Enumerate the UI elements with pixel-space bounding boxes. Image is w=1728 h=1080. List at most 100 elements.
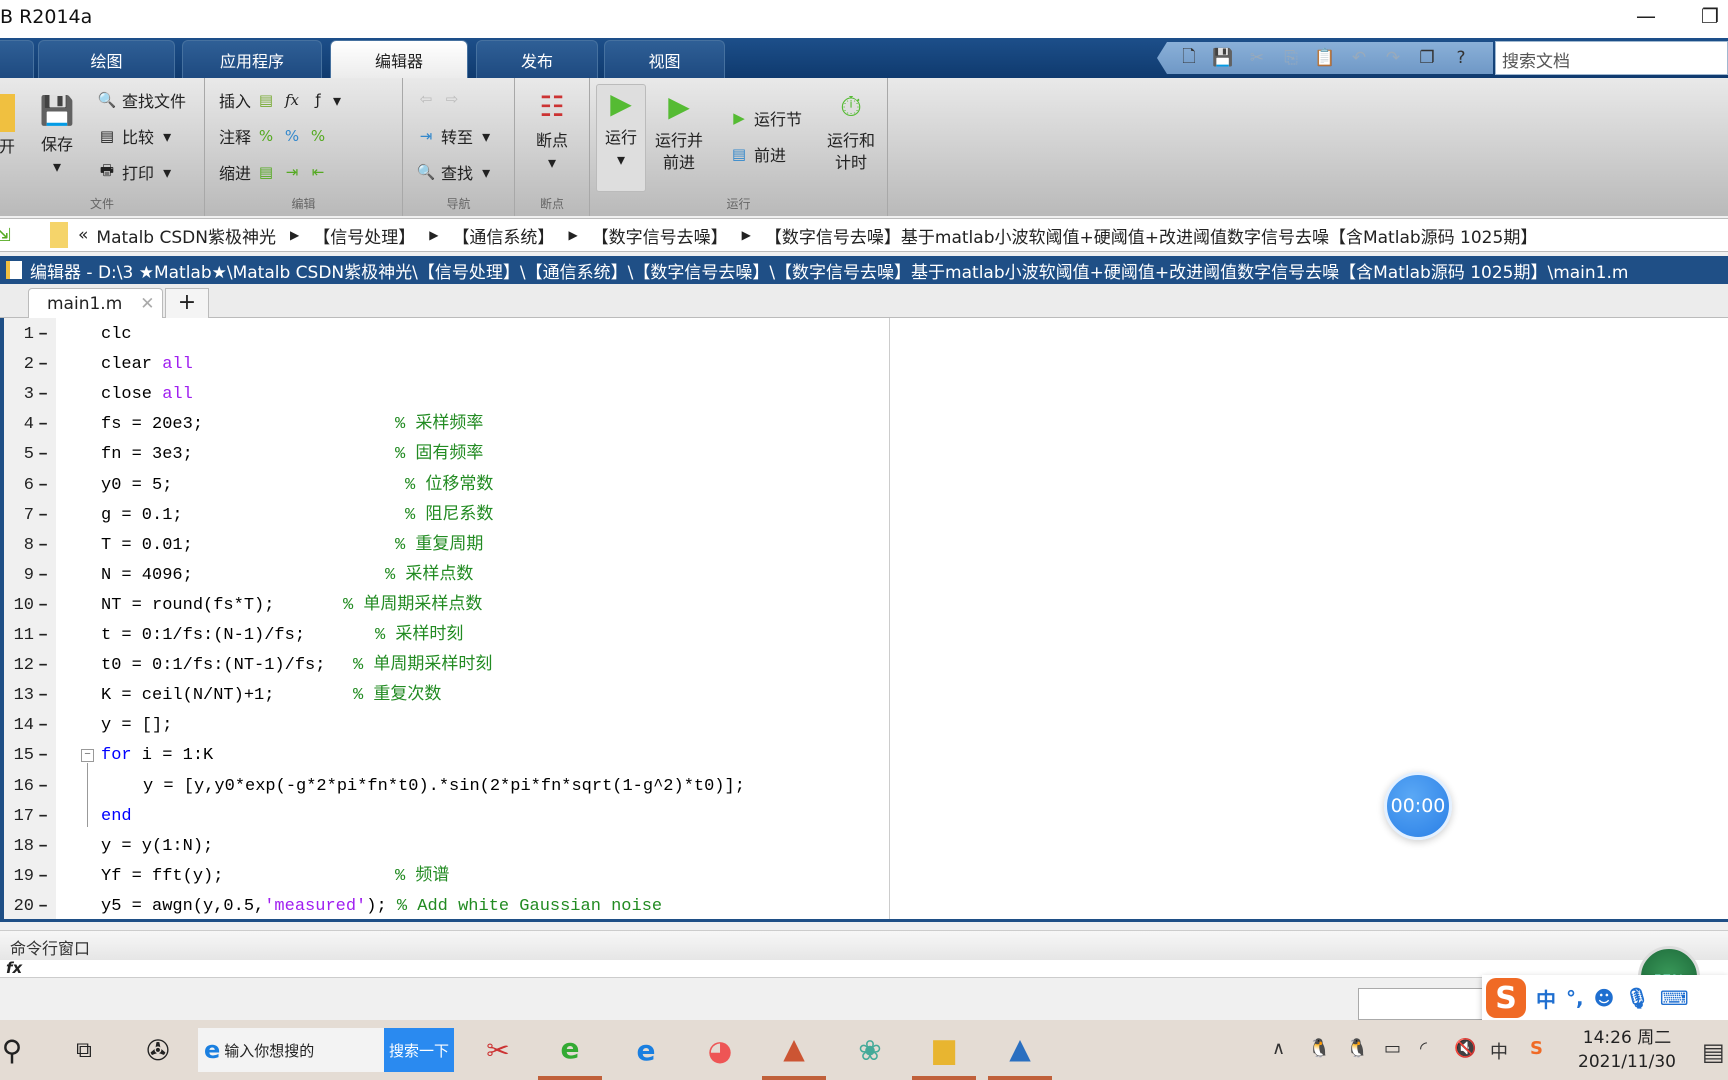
code-text[interactable]: y0 = 5; [101, 471, 172, 501]
microphone-icon[interactable]: 🎙 [1624, 986, 1649, 1010]
recording-timer[interactable]: 00:00 [1384, 772, 1452, 840]
breakpoint-marker[interactable]: – [38, 621, 48, 651]
breadcrumb-item[interactable]: 【数字信号去噪】 [592, 223, 728, 248]
find-button[interactable]: 🔍 查找 ▾ [415, 160, 490, 184]
tab-editor[interactable]: 编辑器 [330, 40, 468, 78]
run-and-advance-button[interactable]: ▶ 运行并 前进 [654, 88, 704, 174]
ime-mode[interactable]: 中 [1536, 984, 1556, 1013]
close-icon[interactable]: ✕ [140, 294, 154, 314]
command-window-input[interactable]: fx [0, 960, 1728, 978]
keyboard-icon[interactable]: ⌨ [1660, 986, 1689, 1010]
breakpoint-marker[interactable]: – [38, 772, 48, 802]
breakpoint-marker[interactable]: – [38, 681, 48, 711]
breakpoint-marker[interactable]: – [38, 591, 48, 621]
tab-plots[interactable]: 绘图 [38, 40, 175, 78]
breakpoint-marker[interactable]: – [38, 892, 48, 922]
minimize-button[interactable]: — [1626, 4, 1666, 28]
save-button[interactable]: 💾 保存 ▾ [36, 92, 78, 178]
insert-section-icon[interactable]: ▤ [255, 89, 277, 111]
new-tab-button[interactable]: + [165, 288, 209, 318]
code-text[interactable]: clear all [101, 350, 193, 380]
code-text[interactable]: Yf = fft(y); [101, 862, 223, 892]
code-text[interactable]: N = 4096; [101, 561, 193, 591]
taskbar-search-input[interactable]: e 输入你想搜的 [198, 1028, 384, 1072]
breadcrumb-item[interactable]: 【通信系统】 [452, 223, 554, 248]
breakpoint-marker[interactable]: – [38, 802, 48, 832]
breakpoint-marker[interactable]: – [38, 440, 48, 470]
browser-360-icon[interactable]: e [538, 1020, 602, 1080]
decrease-indent-icon[interactable]: ⇤ [307, 161, 329, 183]
code-text[interactable]: y = y(1:N); [101, 832, 213, 862]
breadcrumb-item[interactable]: Matalb CSDN紫极神光 [96, 223, 276, 248]
code-text[interactable]: fs = 20e3; [101, 410, 203, 440]
search-icon[interactable]: ⚲ [0, 1020, 44, 1080]
print-button[interactable]: 🖶 打印 ▾ [96, 160, 171, 184]
code-line[interactable]: 1– clc [4, 320, 1728, 350]
browser-icon[interactable]: e [614, 1020, 678, 1080]
code-text[interactable]: T = 0.01; [101, 531, 193, 561]
compare-button[interactable]: ▤ 比较 ▾ [96, 124, 171, 148]
code-text[interactable]: fn = 3e3; [101, 440, 193, 470]
app-fan-icon[interactable]: ✇ [126, 1020, 190, 1080]
code-text[interactable]: t0 = 0:1/fs:(NT-1)/fs; [101, 651, 325, 681]
breadcrumb-item[interactable]: 【数字信号去噪】基于matlab小波软阈值+硬阈值+改进阈值数字信号去噪【含Ma… [765, 223, 1537, 248]
notification-icon[interactable]: ▤ [1702, 1038, 1725, 1066]
file-explorer-icon[interactable]: ▆ [912, 1020, 976, 1080]
code-line[interactable]: 4– fs = 20e3; % 采样频率 [4, 410, 1728, 440]
tab-view[interactable]: 视图 [604, 40, 725, 78]
code-text[interactable]: y = [y,y0*exp(-g*2*pi*fn*t0).*sin(2*pi*f… [143, 772, 745, 802]
breakpoints-button[interactable]: ☷ 断点 ▾ [527, 88, 577, 174]
goto-button[interactable]: ⇥ 转至 ▾ [415, 124, 490, 148]
breadcrumb-separator-icon[interactable]: ▶ [742, 228, 751, 242]
undo-icon[interactable]: ↶ [1345, 45, 1373, 71]
code-line[interactable]: 17– end [4, 802, 1728, 832]
wifi-icon[interactable]: ◜ [1420, 1038, 1427, 1059]
help-icon[interactable]: ? [1447, 45, 1475, 71]
task-view-icon[interactable]: ⧉ [52, 1020, 116, 1080]
new-icon[interactable]: 🗋 [1175, 45, 1203, 71]
code-text[interactable]: for i = 1:K [101, 741, 213, 771]
chevron-down-icon[interactable]: ▾ [333, 91, 341, 110]
paste-icon[interactable]: 📋 [1311, 45, 1339, 71]
breadcrumb-item[interactable]: 【信号处理】 [313, 223, 415, 248]
qq-icon[interactable]: 🐧 [1346, 1038, 1368, 1059]
smart-indent-icon[interactable]: ▤ [255, 161, 277, 183]
tab-apps[interactable]: 应用程序 [182, 40, 322, 78]
code-line[interactable]: 18– y = y(1:N); [4, 832, 1728, 862]
increase-indent-icon[interactable]: ⇥ [281, 161, 303, 183]
back-icon[interactable]: ⇦ [415, 88, 437, 110]
code-line[interactable]: 11– t = 0:1/fs:(N-1)/fs; % 采样时刻 [4, 621, 1728, 651]
address-overflow[interactable]: « [78, 225, 88, 245]
breakpoint-marker[interactable]: – [38, 410, 48, 440]
show-hidden-icons-icon[interactable]: ∧ [1272, 1038, 1285, 1059]
browse-folder-icon[interactable]: ⇲ [0, 225, 20, 246]
cut-icon[interactable]: ✂ [1243, 45, 1271, 71]
code-text[interactable]: K = ceil(N/NT)+1; [101, 681, 274, 711]
taskbar-search-button[interactable]: 搜索一下 [384, 1028, 454, 1072]
back-forward-buttons[interactable]: ⇦ ⇨ [415, 88, 463, 110]
sogou-tray-icon[interactable]: S [1530, 1038, 1543, 1059]
breakpoint-marker[interactable]: – [38, 380, 48, 410]
breakpoint-marker[interactable]: – [38, 350, 48, 380]
code-line[interactable]: 13– K = ceil(N/NT)+1; % 重复次数 [4, 681, 1728, 711]
fold-collapse-icon[interactable]: − [81, 749, 94, 763]
restore-button[interactable]: ❐ [1690, 4, 1728, 28]
run-and-time-button[interactable]: ⏱ 运行和 计时 [824, 88, 878, 174]
code-line[interactable]: 15– for i = 1:K − [4, 741, 1728, 771]
breadcrumb-separator-icon[interactable]: ▶ [429, 228, 438, 242]
file-tab-main1[interactable]: main1.m ✕ [28, 288, 163, 318]
advance-button[interactable]: ▤ 前进 [728, 142, 786, 166]
code-line[interactable]: 3– close all [4, 380, 1728, 410]
wrap-comments-icon[interactable]: % [307, 125, 329, 147]
breakpoint-marker[interactable]: – [38, 832, 48, 862]
color-app-icon[interactable]: ◕ [688, 1020, 752, 1080]
insert-function-template-icon[interactable]: ƒ [307, 89, 329, 111]
breakpoint-marker[interactable]: – [38, 862, 48, 892]
code-line[interactable]: 5– fn = 3e3; % 固有频率 [4, 440, 1728, 470]
run-button[interactable]: ▶ 运行 ▾ [596, 84, 646, 192]
code-text[interactable]: NT = round(fs*T); [101, 591, 274, 621]
code-line[interactable]: 6– y0 = 5; % 位移常数 [4, 471, 1728, 501]
code-line[interactable]: 7– g = 0.1; % 阻尼系数 [4, 501, 1728, 531]
code-text[interactable]: clc [101, 320, 132, 350]
breakpoint-marker[interactable]: – [38, 320, 48, 350]
